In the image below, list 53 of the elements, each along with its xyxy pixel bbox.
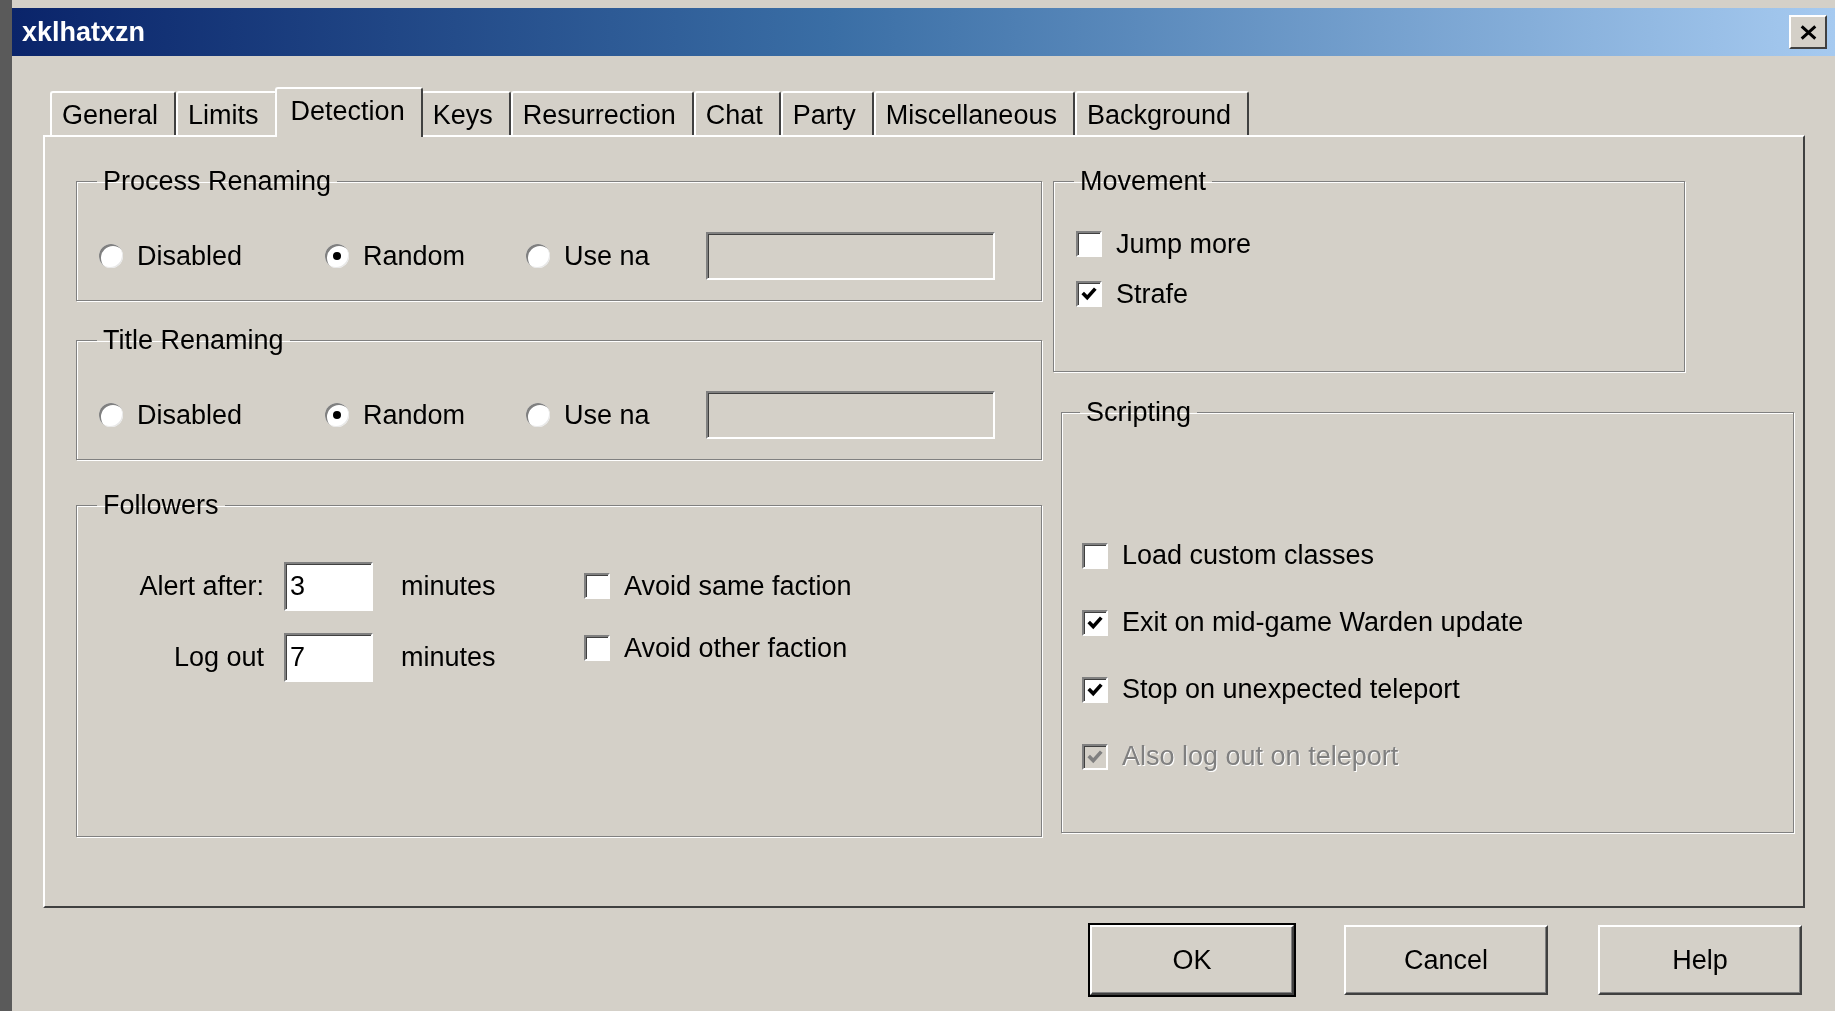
tab[interactable]: Detection <box>274 87 423 137</box>
checkbox[interactable] <box>1076 231 1102 257</box>
tab[interactable]: General <box>50 91 177 135</box>
checkbox-label: Stop on unexpected teleport <box>1122 674 1460 705</box>
window-title: xklhatxzn <box>22 16 146 48</box>
group-label: Scripting <box>1085 396 1193 428</box>
checkbox-label: Avoid other faction <box>624 632 848 664</box>
checkbox-label: Jump more <box>1116 228 1252 260</box>
field-label: Log out <box>172 641 265 673</box>
tab[interactable]: Chat <box>693 91 781 135</box>
radio-label: Use na <box>564 399 650 431</box>
checkbox-label: Also log out on teleport <box>1122 741 1399 772</box>
tab[interactable]: Miscellaneous <box>873 91 1075 135</box>
group-label: Process Renaming <box>102 165 333 197</box>
tab[interactable]: Keys <box>420 91 511 135</box>
close-icon <box>1799 24 1817 40</box>
checkbox[interactable] <box>1082 609 1108 636</box>
tab[interactable]: Resurrection <box>510 91 694 135</box>
radio-button[interactable] <box>526 403 550 427</box>
tab[interactable]: Background <box>1074 91 1250 135</box>
radio-label: Random <box>363 399 466 431</box>
checkbox[interactable] <box>584 573 610 599</box>
checkbox-label: Avoid same faction <box>624 570 852 602</box>
radio-label: Disabled <box>137 240 243 272</box>
dialog-button[interactable]: Cancel <box>1344 925 1548 995</box>
radio-label: Use na <box>564 240 650 272</box>
unit-label: minutes <box>401 570 496 602</box>
checkbox[interactable] <box>1076 281 1102 307</box>
dialog-button[interactable]: OK <box>1090 925 1294 995</box>
checkbox[interactable] <box>584 635 610 661</box>
radio-label: Disabled <box>137 399 243 431</box>
radio-button[interactable] <box>99 244 123 268</box>
checkbox-label: Exit on mid-game Warden update <box>1122 607 1524 638</box>
checkbox[interactable] <box>1082 542 1108 569</box>
dialog-button[interactable]: Help <box>1598 925 1802 995</box>
radio-button[interactable] <box>526 244 550 268</box>
number-field[interactable]: 3 <box>284 561 373 611</box>
radio-button[interactable] <box>325 403 349 427</box>
group-label: Movement <box>1079 165 1208 197</box>
group-label: Title Renaming <box>102 324 285 356</box>
radio-button[interactable] <box>325 244 349 268</box>
group-label: Followers <box>102 489 220 521</box>
checkbox[interactable] <box>1082 676 1108 703</box>
check-icon <box>1080 285 1098 303</box>
field-label: Alert after: <box>138 570 265 602</box>
unit-label: minutes <box>401 641 496 673</box>
radio-button[interactable] <box>99 403 123 427</box>
number-field[interactable]: 7 <box>284 632 373 682</box>
radio-label: Random <box>363 240 466 272</box>
checkbox-label: Load custom classes <box>1122 540 1375 571</box>
checkbox-label: Strafe <box>1116 278 1189 310</box>
close-button[interactable] <box>1789 15 1827 49</box>
tab[interactable]: Party <box>780 91 874 135</box>
